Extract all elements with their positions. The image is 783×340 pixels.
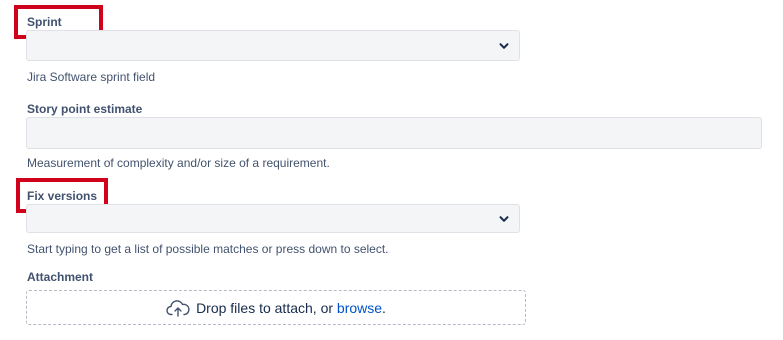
dropzone-period: . xyxy=(382,299,386,316)
fix-versions-select[interactable] xyxy=(26,204,520,233)
story-points-input[interactable] xyxy=(26,117,762,149)
chevron-down-icon xyxy=(499,215,509,222)
story-points-help-text: Measurement of complexity and/or size of… xyxy=(27,156,330,170)
browse-link[interactable]: browse xyxy=(337,300,382,316)
sprint-label: Sprint xyxy=(27,15,62,29)
dropzone-text: Drop files to attach, or xyxy=(196,299,337,316)
fix-versions-label: Fix versions xyxy=(27,189,98,203)
attachment-label: Attachment xyxy=(27,270,94,284)
chevron-down-icon xyxy=(499,42,509,49)
fix-versions-help-text: Start typing to get a list of possible m… xyxy=(27,242,389,256)
sprint-select[interactable] xyxy=(26,30,520,61)
cloud-upload-icon xyxy=(166,299,190,317)
attachment-dropzone[interactable]: Drop files to attach, or browse . xyxy=(26,290,526,325)
sprint-help-text: Jira Software sprint field xyxy=(27,70,156,84)
story-points-label: Story point estimate xyxy=(27,102,143,116)
